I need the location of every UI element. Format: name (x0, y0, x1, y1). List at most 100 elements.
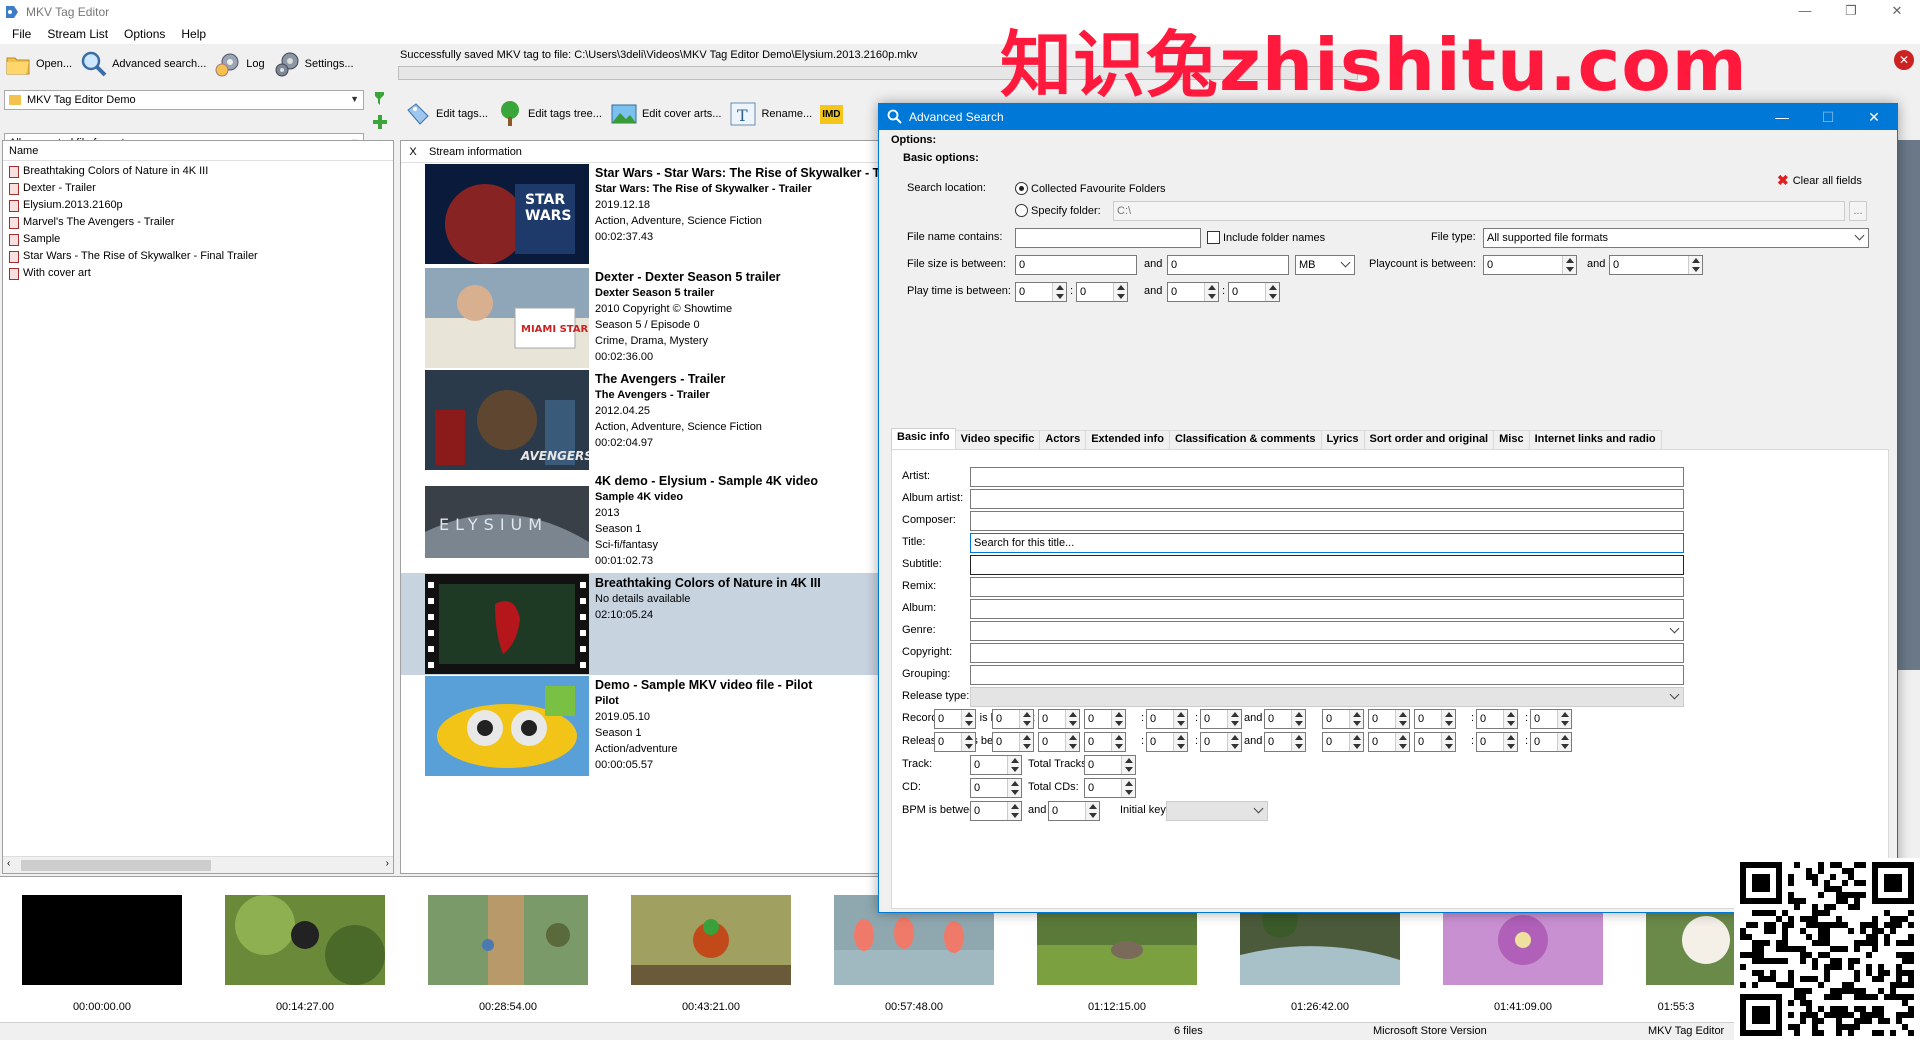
file-size-min-input[interactable]: 0 (1015, 255, 1137, 275)
spinner-arrows-icon[interactable] (1121, 779, 1135, 797)
refresh-icon[interactable] (372, 90, 388, 108)
release-type-dropdown[interactable] (970, 687, 1684, 707)
menu-file[interactable]: File (4, 27, 39, 41)
close-icon[interactable]: ✕ (1894, 50, 1914, 70)
bpm-min-spinner[interactable]: 0 (970, 801, 1022, 821)
table-row[interactable]: Demo - Sample MKV video file - Pilot Pilo… (401, 675, 879, 777)
restore-button[interactable]: ❐ (1828, 0, 1874, 24)
browse-folder-button[interactable]: ... (1849, 201, 1867, 221)
grouping-input[interactable] (970, 665, 1684, 685)
menu-stream-list[interactable]: Stream List (39, 27, 116, 41)
spinner-arrows-icon[interactable] (1227, 733, 1241, 751)
spinner-arrows-icon[interactable] (1557, 733, 1571, 751)
collected-folders-radio[interactable] (1015, 182, 1028, 195)
spinner-arrows-icon[interactable] (1007, 779, 1021, 797)
table-row[interactable]: MIAMI STAR Dexter - Dexter Season 5 trai… (401, 267, 879, 369)
total-cds-spinner[interactable]: 0 (1084, 778, 1136, 798)
horizontal-scrollbar[interactable]: ‹ › (3, 856, 393, 873)
tab-sort-order-original[interactable]: Sort order and original (1363, 430, 1495, 449)
spinner-arrows-icon[interactable] (1291, 733, 1305, 751)
total-tracks-spinner[interactable]: 0 (1084, 755, 1136, 775)
date-spinner[interactable]: 0 (1322, 709, 1364, 729)
spinner-arrows-icon[interactable] (1441, 710, 1455, 728)
edit-tags-tree-button[interactable]: Edit tags tree... (492, 97, 606, 131)
spinner-arrows-icon[interactable] (1395, 710, 1409, 728)
album-input[interactable] (970, 599, 1684, 619)
date-spinner[interactable]: 0 (934, 732, 976, 752)
date-spinner[interactable]: 0 (1146, 709, 1188, 729)
frame-thumbnail[interactable] (428, 895, 588, 985)
advanced-search-button[interactable]: Advanced search... (76, 47, 210, 81)
tab-basic-info[interactable]: Basic info (891, 428, 956, 450)
spinner-arrows-icon[interactable] (1395, 733, 1409, 751)
imdb-button[interactable]: IMD (816, 97, 846, 131)
date-spinner[interactable]: 0 (1476, 709, 1518, 729)
table-row[interactable]: AVENGERS The Avengers - Trailer The Aveng… (401, 369, 879, 471)
spinner-arrows-icon[interactable] (1007, 756, 1021, 774)
spinner-arrows-icon[interactable] (1111, 710, 1125, 728)
bpm-max-spinner[interactable]: 0 (1048, 801, 1100, 821)
date-spinner[interactable]: 0 (1084, 709, 1126, 729)
playcount-max-spinner[interactable]: 0 (1609, 255, 1703, 275)
size-unit-dropdown[interactable]: MB (1295, 255, 1355, 275)
date-spinner[interactable]: 0 (1264, 709, 1306, 729)
tab-internet-links-radio[interactable]: Internet links and radio (1528, 430, 1662, 449)
scrollbar-thumb[interactable] (21, 860, 211, 871)
list-item[interactable]: With cover art (3, 265, 393, 282)
date-spinner[interactable]: 0 (1200, 732, 1242, 752)
spinner-arrows-icon[interactable] (961, 710, 975, 728)
date-spinner[interactable]: 0 (1038, 709, 1080, 729)
spinner-arrows-icon[interactable] (1065, 733, 1079, 751)
date-spinner[interactable]: 0 (1368, 709, 1410, 729)
play-time-min-sec-spinner[interactable]: 0 (1076, 282, 1128, 302)
menu-help[interactable]: Help (173, 27, 214, 41)
spinner-arrows-icon[interactable] (1349, 710, 1363, 728)
artist-input[interactable] (970, 467, 1684, 487)
tab-video-specific[interactable]: Video specific (954, 430, 1041, 449)
date-spinner[interactable]: 0 (1038, 732, 1080, 752)
date-spinner[interactable]: 0 (1084, 732, 1126, 752)
spinner-arrows-icon[interactable] (1019, 733, 1033, 751)
album-artist-input[interactable] (970, 489, 1684, 509)
dialog-maximize-button[interactable]: ☐ (1805, 104, 1851, 130)
tab-lyrics[interactable]: Lyrics (1320, 430, 1365, 449)
add-folder-icon[interactable] (372, 113, 388, 131)
date-spinner[interactable]: 0 (992, 709, 1034, 729)
clear-all-button[interactable]: ✖ Clear all fields (1777, 172, 1862, 189)
menu-options[interactable]: Options (116, 27, 173, 41)
genre-dropdown[interactable] (970, 621, 1684, 641)
copyright-input[interactable] (970, 643, 1684, 663)
playcount-min-spinner[interactable]: 0 (1483, 255, 1577, 275)
list-item[interactable]: Marvel's The Avengers - Trailer (3, 214, 393, 231)
table-row[interactable]: Breathtaking Colors of Nature in 4K III N… (401, 573, 879, 675)
spinner-arrows-icon[interactable] (1503, 710, 1517, 728)
subtitle-input[interactable] (970, 555, 1684, 575)
spinner-arrows-icon[interactable] (1052, 283, 1066, 301)
date-spinner[interactable]: 0 (1414, 709, 1456, 729)
spinner-arrows-icon[interactable] (1065, 710, 1079, 728)
initial-key-dropdown[interactable] (1166, 801, 1268, 821)
date-spinner[interactable]: 0 (1414, 732, 1456, 752)
spinner-arrows-icon[interactable] (1441, 733, 1455, 751)
spinner-arrows-icon[interactable] (1007, 802, 1021, 820)
frame-thumbnail[interactable] (225, 895, 385, 985)
log-button[interactable]: Log (210, 47, 268, 81)
spinner-arrows-icon[interactable] (1204, 283, 1218, 301)
tab-misc[interactable]: Misc (1493, 430, 1530, 449)
list-item[interactable]: Star Wars - The Rise of Skywalker - Fina… (3, 248, 393, 265)
spinner-arrows-icon[interactable] (1557, 710, 1571, 728)
remix-input[interactable] (970, 577, 1684, 597)
list-item[interactable]: Dexter - Trailer (3, 180, 393, 197)
spinner-arrows-icon[interactable] (1173, 710, 1187, 728)
date-spinner[interactable]: 0 (1530, 709, 1572, 729)
tab-actors[interactable]: Actors (1039, 430, 1087, 449)
date-spinner[interactable]: 0 (1530, 732, 1572, 752)
spinner-arrows-icon[interactable] (1349, 733, 1363, 751)
column-x[interactable]: X (401, 146, 425, 158)
spinner-arrows-icon[interactable] (1503, 733, 1517, 751)
play-time-max-sec-spinner[interactable]: 0 (1228, 282, 1280, 302)
frame-thumbnail[interactable] (631, 895, 791, 985)
file-name-input[interactable] (1015, 228, 1201, 248)
date-spinner[interactable]: 0 (1200, 709, 1242, 729)
spinner-arrows-icon[interactable] (1227, 710, 1241, 728)
